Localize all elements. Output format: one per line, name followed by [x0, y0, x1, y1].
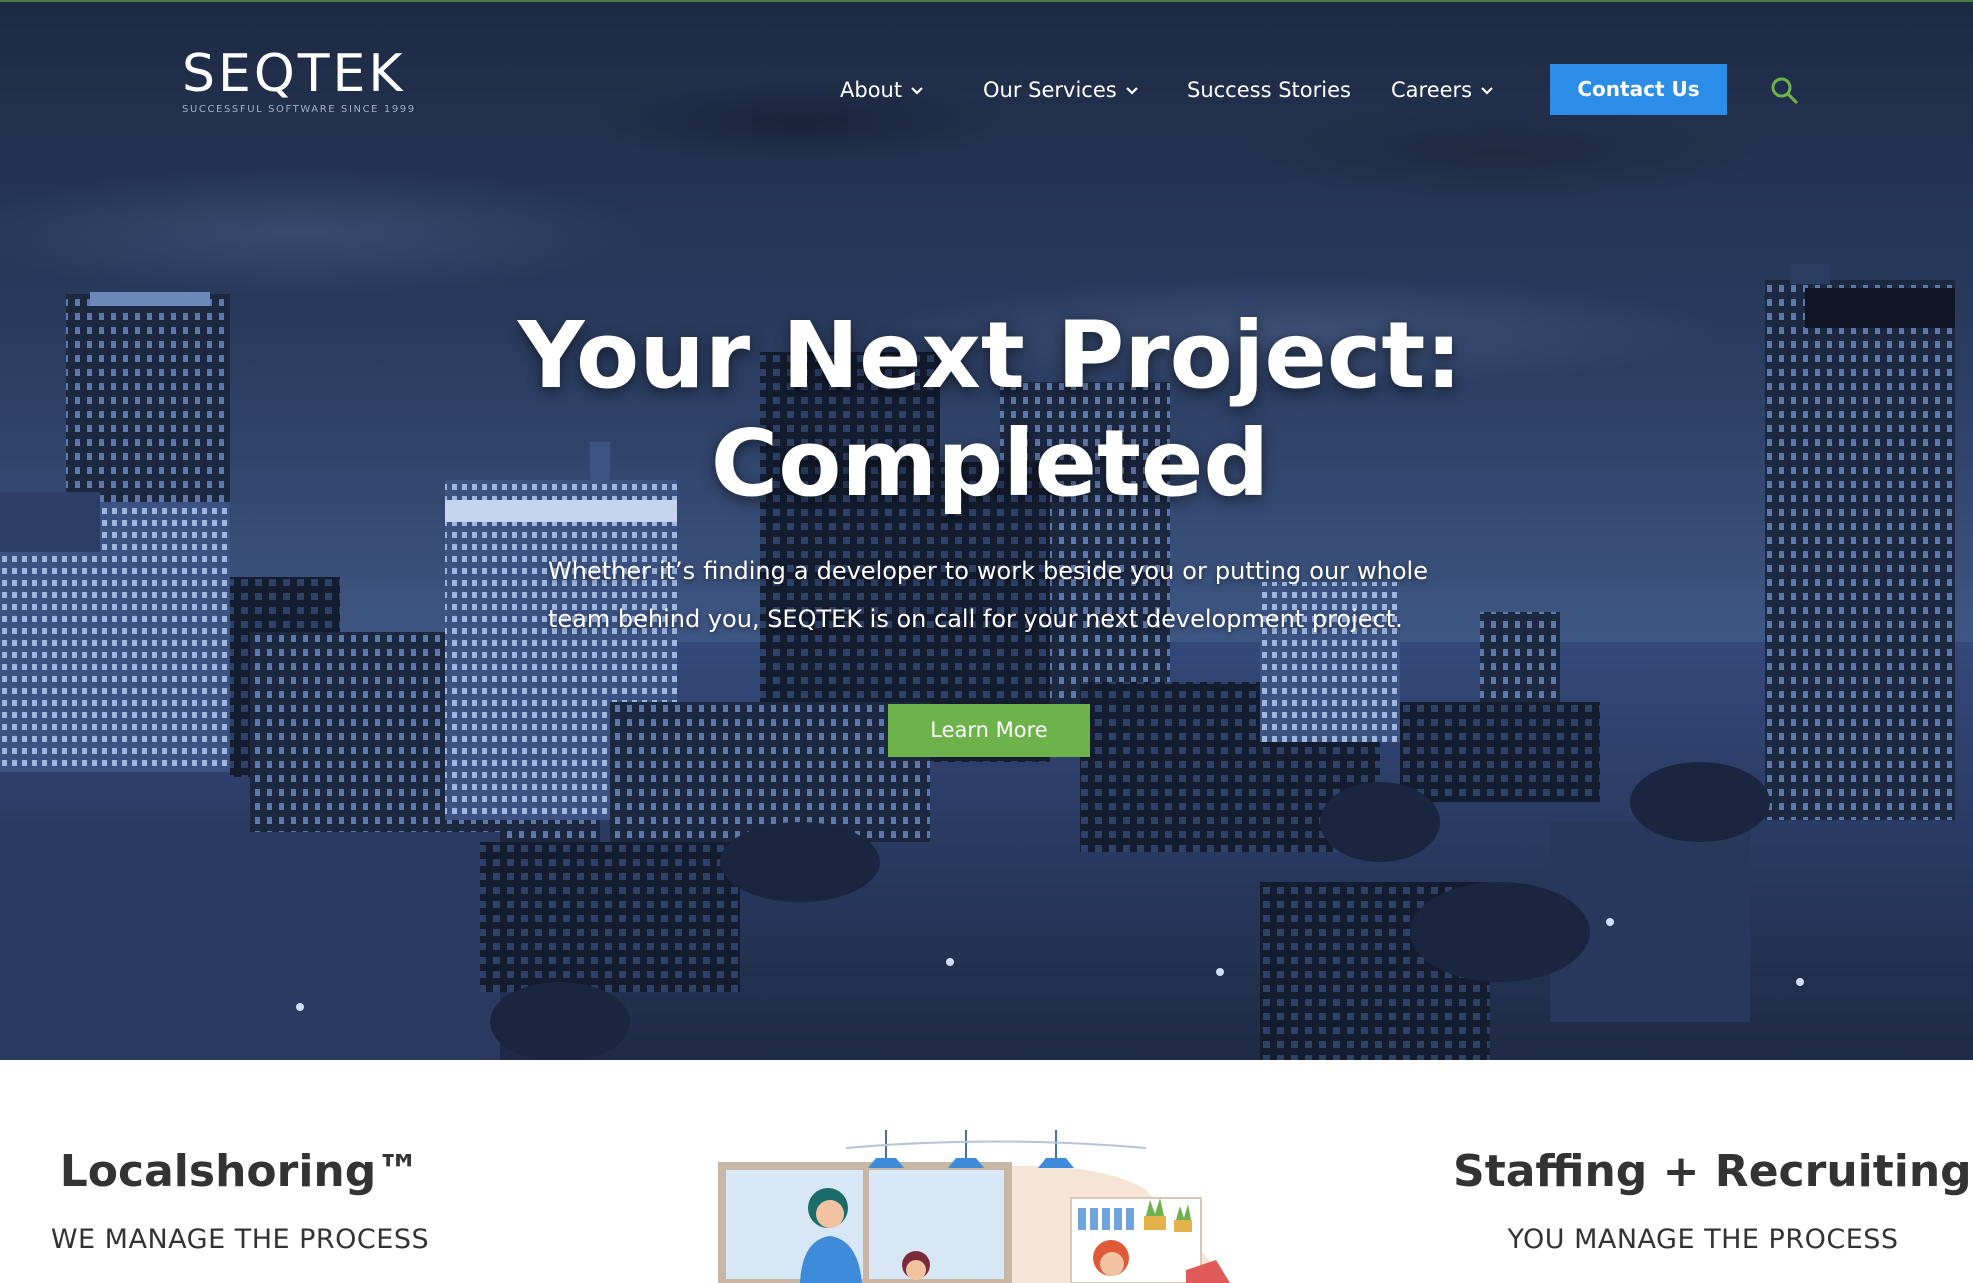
localshoring-subtitle: WE MANAGE THE PROCESS — [50, 1224, 430, 1255]
nav-our-services-label: Our Services — [983, 78, 1117, 102]
nav-our-services[interactable]: Our Services — [983, 72, 1139, 112]
staffing-recruiting-title[interactable]: Staffing + Recruiting — [1453, 1146, 1972, 1197]
hero-title: Your Next Project: Completed — [480, 302, 1500, 518]
localshoring-title[interactable]: Localshoring™ — [40, 1146, 440, 1197]
nav-careers-label: Careers — [1391, 78, 1473, 102]
office-illustration — [718, 1130, 1230, 1283]
nav-about[interactable]: About — [840, 72, 924, 112]
chevron-down-icon — [911, 87, 923, 95]
nav-careers[interactable]: Careers — [1391, 72, 1494, 112]
staffing-recruiting-subtitle: YOU MANAGE THE PROCESS — [1507, 1224, 1899, 1255]
city-skyline-background — [0, 264, 1973, 1060]
contact-us-button[interactable]: Contact Us — [1550, 64, 1727, 115]
learn-more-button[interactable]: Learn More — [888, 704, 1090, 757]
nav-success-stories[interactable]: Success Stories — [1187, 72, 1351, 112]
hero-subtitle: Whether it’s finding a developer to work… — [548, 557, 1428, 633]
search-icon[interactable] — [1770, 76, 1798, 104]
nav-success-stories-label: Success Stories — [1187, 78, 1351, 102]
hero-title-line1: Your Next Project: — [517, 302, 1463, 409]
chevron-down-icon — [1125, 87, 1138, 95]
nav-about-label: About — [840, 78, 903, 102]
hero-title-line2: Completed — [710, 410, 1270, 517]
hero-section: SEQTEK SUCCESSFUL SOFTWARE SINCE 1999 Ab… — [0, 0, 1973, 1060]
chevron-down-icon — [1481, 87, 1493, 95]
